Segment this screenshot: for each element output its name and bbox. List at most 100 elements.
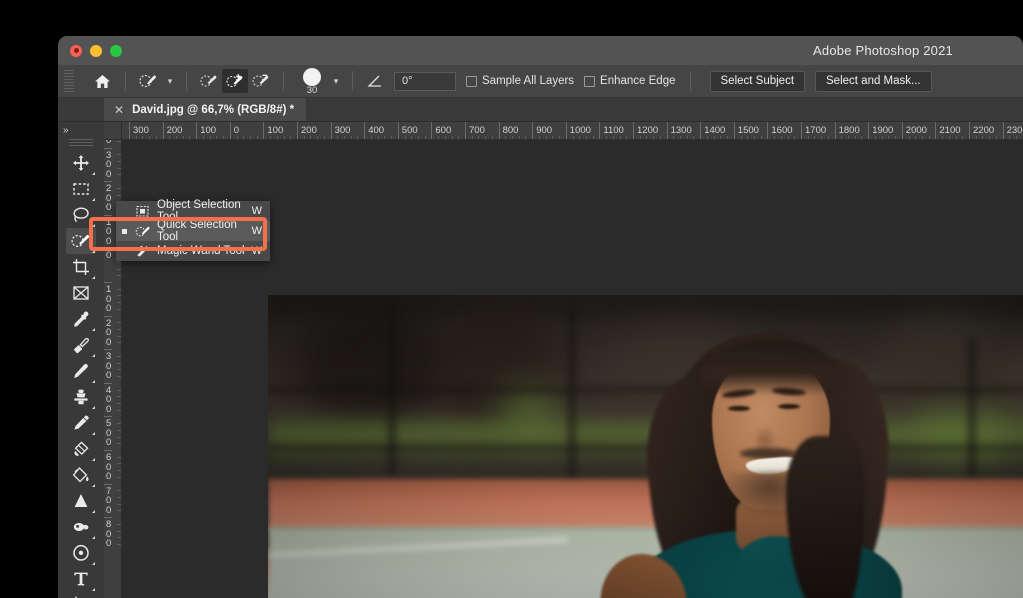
sample-all-layers-checkbox[interactable]: Sample All Layers (466, 75, 574, 87)
document-image[interactable] (268, 295, 1023, 598)
flyout-indicator (92, 250, 95, 253)
selection-new-icon[interactable] (196, 69, 222, 93)
object-selection-tool-icon (133, 205, 153, 218)
ruler-minor-tick (117, 389, 121, 391)
angle-input[interactable]: 0° (394, 71, 456, 91)
ruler-minor-tick (942, 136, 944, 139)
ruler-minor-tick (720, 136, 722, 139)
ruler-tick-label: 900 (532, 122, 552, 139)
document-tab[interactable]: ✕ David.jpg @ 66,7% (RGB/8#) * (104, 98, 307, 121)
tool-frame[interactable] (66, 280, 96, 306)
brush-tool-icon (74, 363, 88, 378)
history-brush-tool-icon (74, 415, 89, 430)
ruler-minor-tick (344, 136, 346, 139)
ruler-minor-tick (117, 369, 121, 371)
ruler-minor-tick (377, 136, 379, 139)
tools-panel-grip[interactable] (69, 139, 93, 148)
ruler-minor-tick (117, 423, 121, 425)
ruler-minor-tick (512, 136, 514, 139)
ruler-minor-tick (117, 355, 121, 357)
tool-preset-picker[interactable]: ▾ (135, 69, 177, 93)
chevron-down-icon[interactable]: ▾ (163, 71, 177, 91)
flyout-shortcut: W (251, 205, 262, 217)
ruler-minor-tick (827, 136, 829, 139)
ruler-tick-label: 300 (330, 122, 350, 139)
crop-tool-icon (73, 259, 89, 275)
ruler-minor-tick (975, 136, 977, 139)
select-and-mask-button[interactable]: Select and Mask... (815, 70, 932, 92)
ruler-minor-tick (995, 136, 997, 139)
flyout-indicator (92, 536, 95, 539)
selection-add-icon[interactable] (222, 69, 248, 93)
ruler-minor-tick (713, 136, 715, 139)
ruler-minor-tick (646, 136, 648, 139)
ruler-tick-label: 600 (104, 450, 112, 482)
ruler-minor-tick (117, 308, 121, 310)
ruler-minor-tick (955, 136, 957, 139)
tool-flyout-menu[interactable]: Object Selection Tool W Quick Selection … (116, 199, 270, 261)
home-button[interactable] (88, 68, 116, 94)
ruler-minor-tick (391, 136, 393, 139)
close-button[interactable] (70, 44, 82, 57)
tool-dodge[interactable] (66, 514, 96, 540)
tool-blur[interactable] (66, 488, 96, 514)
close-icon[interactable]: ✕ (114, 103, 124, 117)
brush-chevron-down-icon[interactable]: ▾ (329, 71, 343, 91)
ruler-tick-label: 100 (196, 122, 216, 139)
tool-eraser[interactable] (66, 436, 96, 462)
ruler-minor-tick (814, 136, 816, 139)
ruler-minor-tick (874, 136, 876, 139)
double-chevron-right-icon[interactable]: » (58, 122, 104, 138)
divider (689, 71, 691, 91)
tool-lasso[interactable] (66, 202, 96, 228)
maximize-button[interactable] (110, 44, 122, 57)
ruler-minor-tick (592, 136, 594, 139)
pen-tool-icon (73, 544, 89, 561)
selection-subtract-icon[interactable] (248, 69, 274, 93)
divider (352, 71, 353, 91)
ruler-minor-tick (538, 136, 540, 139)
tool-eyedropper[interactable] (66, 306, 96, 332)
ruler-minor-tick (117, 261, 121, 263)
enhance-edge-checkbox[interactable]: Enhance Edge (584, 75, 676, 87)
flyout-item-magic-wand-tool[interactable]: Magic Wand Tool W (116, 241, 270, 261)
ruler-minor-tick (545, 136, 547, 139)
options-bar-grip[interactable] (64, 70, 74, 92)
canvas-column: 300 200 100 0 100 200 300 400 500 600 700 800 900 100… (104, 122, 1023, 598)
tool-gradient[interactable] (66, 462, 96, 488)
select-subject-button[interactable]: Select Subject (709, 70, 806, 92)
tool-quick-selection[interactable] (66, 228, 96, 254)
flyout-indicator (92, 328, 95, 331)
flyout-item-quick-selection-tool[interactable]: Quick Selection Tool W (116, 219, 270, 243)
ruler-minor-tick (117, 322, 121, 324)
tool-clone-stamp[interactable] (66, 384, 96, 410)
tool-list (58, 150, 104, 598)
flyout-item-object-selection-tool[interactable]: Object Selection Tool W (116, 199, 270, 223)
ruler-minor-tick (317, 136, 319, 139)
brush-size-widget[interactable]: 30 (295, 67, 329, 96)
ruler-tick-label: 800 (104, 517, 112, 550)
ruler-minor-tick (626, 136, 628, 139)
tool-crop[interactable] (66, 254, 96, 280)
ruler-minor-tick (117, 503, 121, 505)
tool-move[interactable] (66, 150, 96, 176)
selected-bullet (120, 228, 129, 234)
tool-path-selection[interactable] (66, 592, 96, 598)
ruler-corner[interactable] (104, 122, 122, 140)
ruler-minor-tick (888, 136, 890, 139)
ruler-minor-tick (117, 140, 121, 142)
ruler-minor-tick (948, 136, 950, 139)
tool-marquee[interactable] (66, 176, 96, 202)
tool-spot-healing-brush[interactable] (66, 332, 96, 358)
horizontal-ruler[interactable]: 300 200 100 0 100 200 300 400 500 600 700 800 900 100… (122, 122, 1023, 140)
tools-panel: » (58, 122, 104, 598)
tool-history-brush[interactable] (66, 410, 96, 436)
minimize-button[interactable] (90, 44, 102, 57)
ruler-minor-tick (117, 362, 121, 364)
tool-brush[interactable] (66, 358, 96, 384)
checkbox-box[interactable] (466, 75, 477, 87)
tool-pen[interactable] (66, 540, 96, 566)
tool-type[interactable] (66, 566, 96, 592)
checkbox-box[interactable] (584, 75, 596, 87)
ruler-minor-tick (337, 136, 339, 139)
